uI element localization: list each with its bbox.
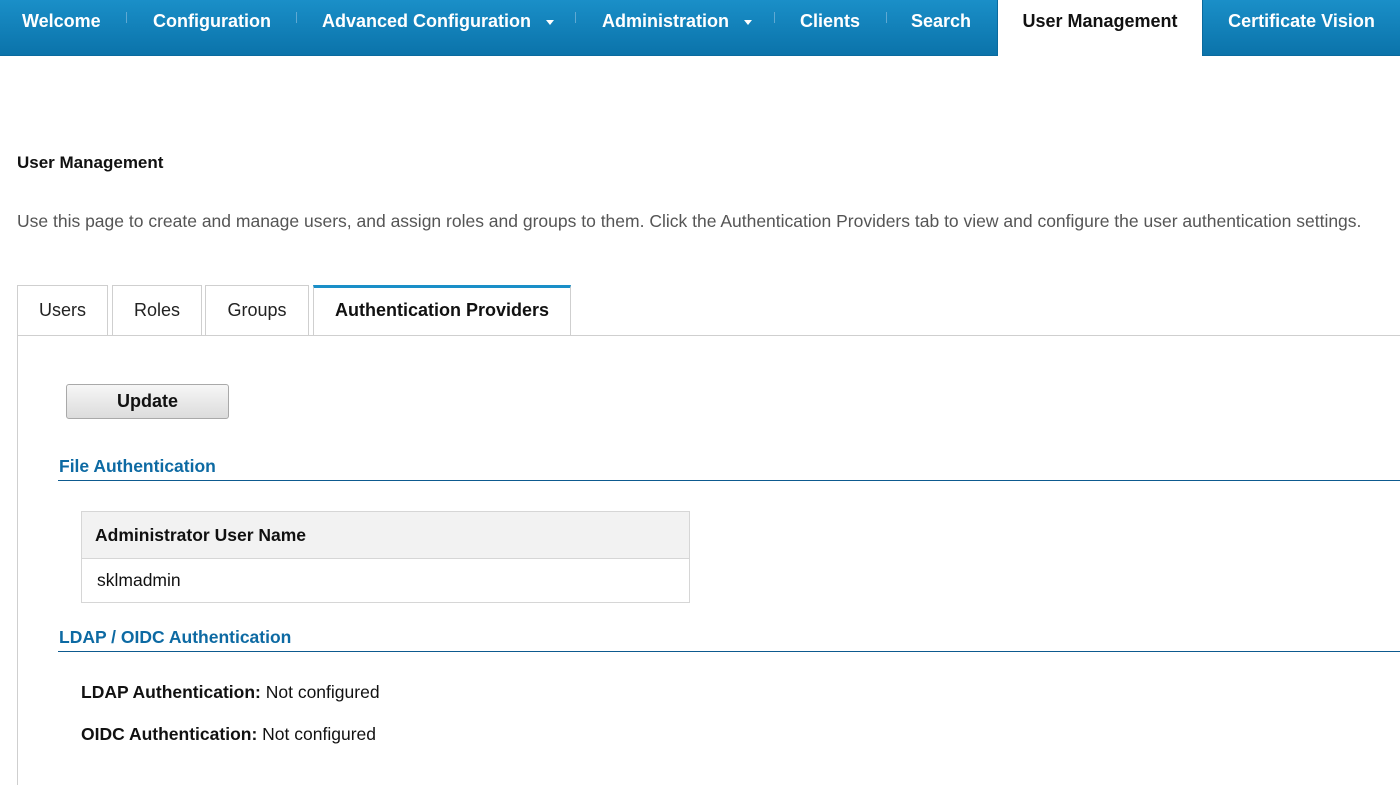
tab-groups[interactable]: Groups	[205, 285, 309, 335]
page-description: Use this page to create and manage users…	[17, 211, 1362, 231]
tab-authentication-providers[interactable]: Authentication Providers	[313, 285, 571, 336]
ldap-authentication-label: LDAP Authentication:	[81, 682, 261, 702]
nav-item-user-management[interactable]: User Management	[997, 0, 1203, 56]
tab-roles[interactable]: Roles	[112, 285, 202, 335]
nav-item-label: Welcome	[22, 11, 101, 31]
nav-separator	[296, 12, 297, 23]
nav-item-advanced-configuration[interactable]: Advanced Configuration	[322, 0, 555, 44]
table-row[interactable]: sklmadmin	[81, 558, 690, 603]
tab-label: Users	[38, 300, 86, 320]
nav-item-label: Certificate Vision	[1228, 11, 1375, 31]
file-authentication-heading: File Authentication	[59, 456, 216, 476]
nav-item-label: Administration	[602, 11, 730, 31]
top-navigation-bar: Welcome Configuration Advanced Configura…	[0, 0, 1400, 56]
ldap-authentication-status: LDAP Authentication: Not configured	[81, 682, 380, 703]
chevron-down-icon	[546, 19, 555, 25]
nav-item-label: Advanced Configuration	[322, 11, 532, 31]
tab-label: Roles	[133, 300, 181, 320]
nav-item-administration[interactable]: Administration	[602, 0, 753, 44]
tab-label: Authentication Providers	[334, 300, 550, 320]
nav-item-configuration[interactable]: Configuration	[153, 0, 271, 44]
page-title: User Management	[17, 153, 164, 172]
section-divider	[58, 651, 1400, 652]
nav-item-label: Search	[911, 11, 972, 31]
nav-separator	[126, 12, 127, 23]
tab-label: Groups	[227, 300, 287, 320]
nav-item-label: Clients	[800, 11, 861, 31]
nav-separator	[575, 12, 576, 23]
table-cell-user-name: sklmadmin	[81, 558, 690, 603]
nav-item-clients[interactable]: Clients	[800, 0, 860, 44]
nav-separator	[774, 12, 775, 23]
tab-users[interactable]: Users	[17, 285, 108, 335]
oidc-authentication-label: OIDC Authentication:	[81, 724, 258, 744]
oidc-authentication-value: Not configured	[262, 724, 376, 744]
section-divider	[58, 480, 1400, 481]
ldap-oidc-authentication-heading: LDAP / OIDC Authentication	[59, 627, 292, 647]
oidc-authentication-status: OIDC Authentication: Not configured	[81, 724, 376, 745]
nav-separator	[886, 12, 887, 23]
nav-item-label: Configuration	[153, 11, 271, 31]
nav-item-certificate-vision[interactable]: Certificate Vision	[1203, 0, 1400, 55]
chevron-down-icon	[744, 19, 753, 25]
nav-item-welcome[interactable]: Welcome	[22, 0, 101, 44]
column-header-administrator-user-name: Administrator User Name	[81, 511, 690, 559]
nav-item-search[interactable]: Search	[911, 0, 971, 44]
ldap-authentication-value: Not configured	[265, 682, 380, 702]
update-button[interactable]: Update	[66, 384, 229, 419]
administrator-table: Administrator User Name sklmadmin	[81, 511, 690, 603]
nav-item-label: User Management	[1022, 11, 1178, 31]
table-header-row: Administrator User Name	[81, 511, 690, 559]
